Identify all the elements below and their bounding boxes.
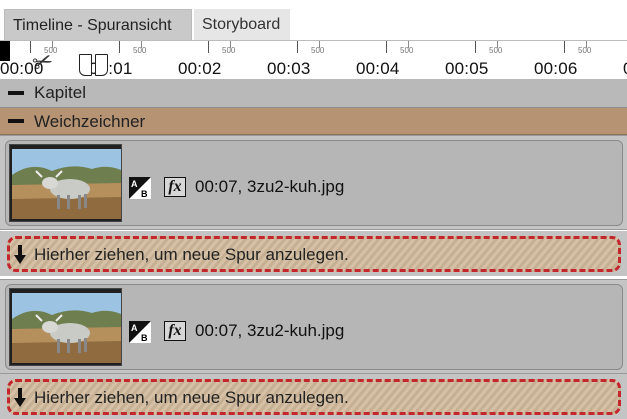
image-clip[interactable]: A B fx 00:07, 3zu2-kuh.jpg — [5, 140, 623, 226]
clip-thumbnail — [9, 144, 122, 222]
effects-fx-icon[interactable]: fx — [164, 321, 186, 341]
drop-track-1: Hierher ziehen, um neue Spur anzulegen. — [0, 231, 627, 276]
ruler-tick — [475, 41, 476, 53]
weichzeichner-track-label: Weichzeichner — [34, 112, 146, 131]
kapitel-track-label: Kapitel — [34, 83, 86, 102]
transition-ab-icon[interactable]: A B — [129, 177, 151, 199]
ruler-sub-label: 500 — [489, 46, 503, 55]
clip-thumbnail — [9, 288, 122, 366]
dropzone-text: Hierher ziehen, um neue Spur anzulegen. — [34, 245, 349, 264]
collapse-minus-icon[interactable] — [8, 119, 24, 123]
ruler-time-label: 00:02 — [178, 59, 222, 78]
ruler-sub-label: 500 — [222, 46, 236, 55]
dropzone-text: Hierher ziehen, um neue Spur anzulegen. — [34, 388, 349, 407]
ruler-time-label: 00 — [623, 59, 627, 79]
transition-ab-icon[interactable]: A B — [129, 321, 151, 343]
ruler-tick — [564, 41, 565, 53]
svg-text:B: B — [141, 333, 148, 343]
new-track-dropzone[interactable]: Hierher ziehen, um neue Spur anzulegen. — [7, 236, 621, 272]
ruler-sub-label: 500 — [311, 46, 325, 55]
ruler-time-label: 00:06 — [534, 59, 578, 78]
ruler-sub-label: 500 — [400, 46, 414, 55]
drop-track-2: Hierher ziehen, um neue Spur anzulegen. — [0, 374, 627, 419]
down-arrow-icon — [14, 388, 26, 407]
image-clip[interactable]: A B fx 00:07, 3zu2-kuh.jpg — [5, 284, 623, 370]
playhead-start-marker — [0, 41, 10, 61]
clip-info: 00:07, 3zu2-kuh.jpg — [195, 321, 345, 340]
tab-timeline-spuransicht[interactable]: Timeline - Spuransicht — [4, 9, 192, 41]
svg-text:B: B — [141, 189, 148, 199]
tab-storyboard[interactable]: Storyboard — [194, 9, 290, 41]
new-track-dropzone[interactable]: Hierher ziehen, um neue Spur anzulegen. — [7, 379, 621, 415]
clip-track-1: A B fx 00:07, 3zu2-kuh.jpg — [0, 135, 627, 230]
effects-fx-icon[interactable]: fx — [164, 177, 186, 197]
kapitel-track[interactable]: Kapitel — [0, 79, 627, 108]
timeline-ruler[interactable]: 00:0000:0100:0200:0300:0400:0500:0600500… — [0, 41, 627, 79]
range-start-marker[interactable] — [79, 54, 92, 76]
svg-text:A: A — [131, 179, 138, 189]
ruler-time-label: 00:05 — [445, 59, 489, 78]
tab-bar: Timeline - Spuransicht Storyboard — [0, 0, 627, 41]
ruler-sub-label: 500 — [133, 46, 147, 55]
ruler-time-label: 00:04 — [356, 59, 400, 78]
collapse-minus-icon[interactable] — [8, 91, 24, 95]
clip-track-2: A B fx 00:07, 3zu2-kuh.jpg — [0, 279, 627, 374]
svg-text:A: A — [131, 323, 138, 333]
ruler-sub-label: 500 — [578, 46, 592, 55]
ruler-tick — [208, 41, 209, 53]
clip-info: 00:07, 3zu2-kuh.jpg — [195, 177, 345, 196]
ruler-tick — [386, 41, 387, 53]
weichzeichner-track[interactable]: Weichzeichner — [0, 108, 627, 135]
range-end-marker[interactable] — [95, 54, 108, 76]
ruler-tick — [297, 41, 298, 53]
down-arrow-icon — [14, 245, 26, 264]
ruler-tick — [119, 41, 120, 53]
ruler-time-label: 00:03 — [267, 59, 311, 78]
